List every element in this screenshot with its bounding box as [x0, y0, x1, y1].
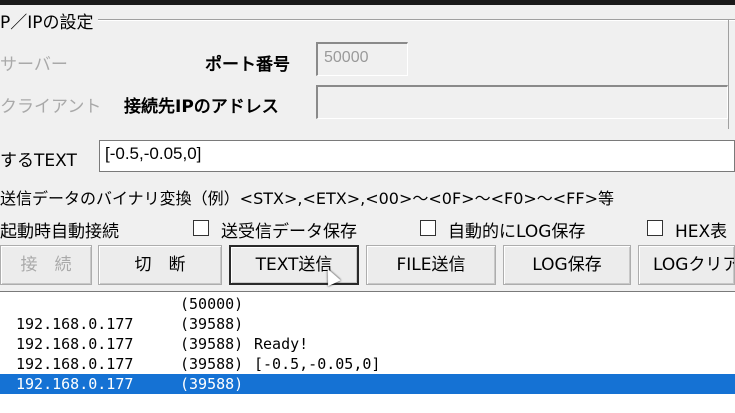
auto-connect-label[interactable]: 起動時自動接続 [0, 217, 119, 242]
log-port: (39588) [180, 315, 244, 333]
dest-ip-label: 接続先IPのアドレス [124, 97, 279, 117]
disconnect-button[interactable]: 切 断 [98, 245, 222, 285]
hex-label[interactable]: HEX表 [675, 217, 727, 242]
log-row[interactable]: 192.168.0.177 (39588) [-0.5,-0.05,0] [0, 354, 735, 374]
log-listbox[interactable]: (50000) 192.168.0.177 (39588) 192.168.0.… [0, 291, 735, 413]
log-port: (39588) [180, 375, 244, 393]
log-ip: 192.168.0.177 [16, 355, 134, 373]
send-text-input[interactable]: [-0.5,-0.05,0] [99, 140, 735, 172]
log-message: [-0.5,-0.05,0] [254, 355, 381, 373]
groupbox-border-right [728, 19, 729, 129]
file-send-button[interactable]: FILE送信 [366, 245, 496, 285]
save-data-label[interactable]: 送受信データ保存 [221, 217, 357, 242]
log-port: (39588) [180, 355, 244, 373]
log-row[interactable]: 192.168.0.177 (39588) Ready! [0, 334, 735, 354]
log-message: Ready! [254, 335, 309, 353]
title-bar-strip [0, 0, 735, 5]
log-port: (50000) [180, 295, 244, 313]
log-clear-button[interactable]: LOGクリア [638, 245, 735, 285]
port-label: ポート番号 [205, 55, 290, 75]
dest-ip-input[interactable] [316, 85, 728, 119]
client-radio-label[interactable]: クライアント [0, 92, 101, 117]
log-row[interactable]: 192.168.0.177 (39588) [0, 314, 735, 334]
log-save-button[interactable]: LOG保存 [503, 245, 631, 285]
server-radio-label[interactable]: サーバー [0, 50, 68, 75]
log-row[interactable]: (50000) [0, 294, 735, 314]
auto-log-checkbox[interactable] [420, 220, 436, 236]
auto-log-label[interactable]: 自動的にLOG保存 [448, 217, 585, 242]
log-ip: 192.168.0.177 [16, 375, 134, 393]
log-port: (39588) [180, 335, 244, 353]
groupbox-border [0, 19, 735, 21]
log-ip: 192.168.0.177 [16, 335, 134, 353]
log-row-selected[interactable]: 192.168.0.177 (39588) [0, 374, 735, 394]
port-input[interactable]: 50000 [316, 42, 408, 76]
binary-conversion-note: 送信データのバイナリ変換（例）<STX>,<ETX>,<00>～<0F>～<F0… [0, 189, 614, 208]
save-data-checkbox[interactable] [193, 220, 209, 236]
send-text-label: するTEXT [0, 151, 77, 171]
groupbox-title: P／IPの設定 [0, 8, 98, 33]
hex-checkbox[interactable] [647, 220, 663, 236]
log-ip: 192.168.0.177 [16, 315, 134, 333]
connect-button[interactable]: 接 続 [0, 245, 92, 285]
